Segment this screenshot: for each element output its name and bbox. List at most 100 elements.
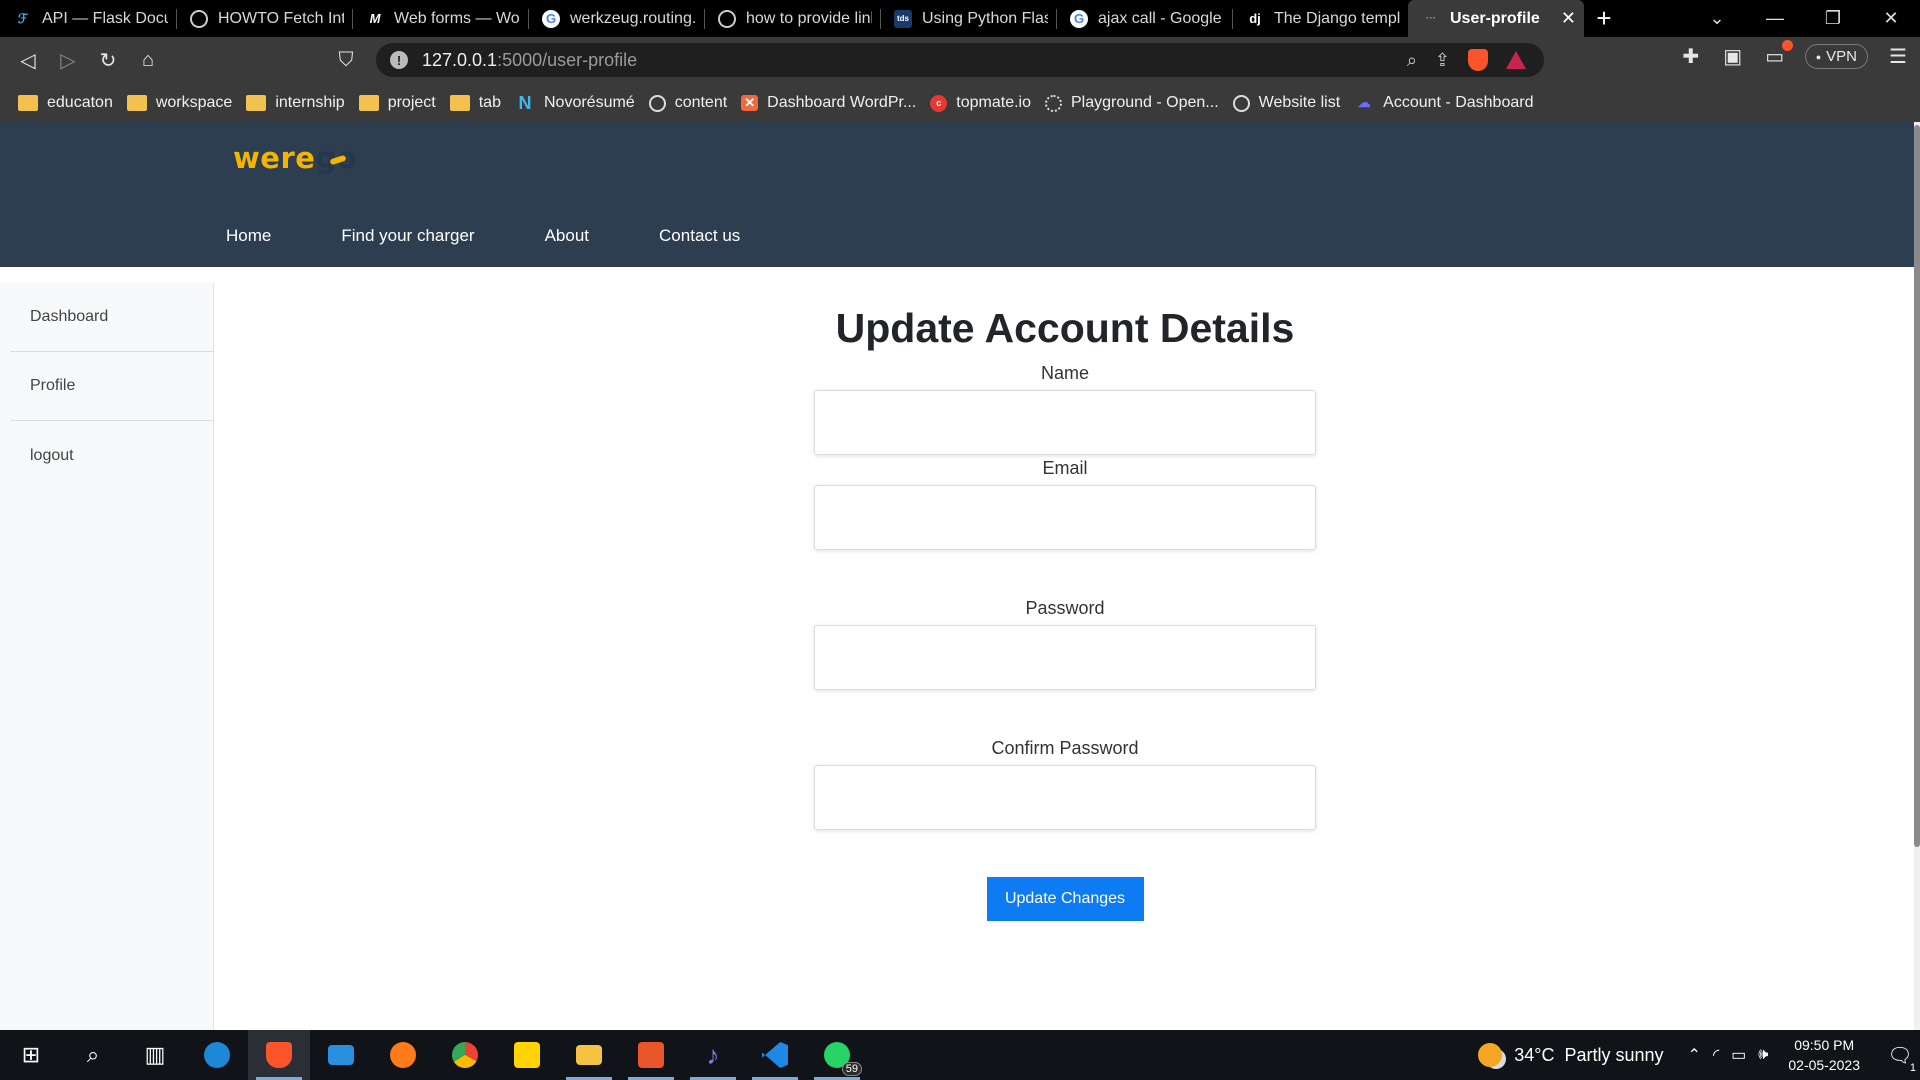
browser-tab-active[interactable]: ··· User-profile ✕: [1408, 0, 1584, 37]
bookmark-item[interactable]: ✕ Dashboard WordPr...: [741, 94, 926, 112]
brave-shields-icon[interactable]: [1468, 49, 1488, 71]
extensions-icon[interactable]: ✚: [1679, 44, 1703, 69]
app-icon[interactable]: ♪: [682, 1030, 744, 1080]
volume-icon[interactable]: 🕪: [1758, 1046, 1768, 1064]
sticky-notes-icon[interactable]: [496, 1030, 558, 1080]
brave-taskbar-icon[interactable]: [248, 1030, 310, 1080]
bookmark-label: Dashboard WordPr...: [767, 94, 917, 111]
browser-tab[interactable]: G werkzeug.routing.e: [528, 0, 704, 37]
forward-icon[interactable]: ▷: [48, 41, 88, 81]
bookmark-label: Playground - Open...: [1071, 94, 1219, 111]
flask-icon: ℱ: [17, 10, 29, 26]
clock-date: 02-05-2023: [1788, 1057, 1860, 1073]
chrome-icon[interactable]: [434, 1030, 496, 1080]
vpn-button[interactable]: VPN: [1804, 44, 1868, 69]
bookmark-label: content: [674, 94, 728, 111]
bookmark-item[interactable]: c topmate.io: [930, 94, 1041, 112]
confirm-password-field[interactable]: [814, 765, 1316, 830]
clock[interactable]: 09:50 PM 02-05-2023: [1788, 1035, 1860, 1075]
bookmark-item[interactable]: Playground - Open...: [1045, 94, 1229, 112]
name-field[interactable]: [814, 390, 1316, 455]
tab-title: ajax call - Google S: [1098, 9, 1224, 27]
browser-tab[interactable]: G ajax call - Google S: [1056, 0, 1232, 37]
sidebar-item-logout[interactable]: logout: [10, 421, 213, 490]
sidebar-item-dashboard[interactable]: Dashboard: [10, 283, 213, 352]
close-window-icon[interactable]: ✕: [1862, 8, 1920, 29]
page-scrollbar[interactable]: [1914, 122, 1920, 1030]
bookmark-item[interactable]: ☁ Account - Dashboard: [1354, 94, 1543, 112]
email-label: Email: [1042, 458, 1088, 478]
site-nav: Home Find your charger About Contact us: [226, 226, 810, 246]
edge-icon[interactable]: [186, 1030, 248, 1080]
bookmark-item[interactable]: internship: [246, 94, 354, 112]
site-info-icon[interactable]: !: [390, 51, 408, 69]
task-view-icon[interactable]: ▥: [124, 1030, 186, 1080]
brave-rewards-icon[interactable]: [1506, 51, 1526, 69]
browser-tab[interactable]: M Web forms — Work: [352, 0, 528, 37]
topmate-icon: c: [930, 94, 948, 112]
wifi-icon[interactable]: ◜: [1713, 1045, 1719, 1065]
browser-tab[interactable]: ℱ API — Flask Docum: [0, 0, 176, 37]
tab-title: API — Flask Docum: [42, 9, 168, 27]
restore-icon[interactable]: ❐: [1804, 8, 1862, 29]
search-icon[interactable]: ⌕: [62, 1030, 124, 1080]
bookmark-label: Website list: [1258, 94, 1341, 111]
back-icon[interactable]: ◁: [8, 41, 48, 81]
wallet-icon[interactable]: ▭: [1763, 40, 1793, 69]
bookmark-icon[interactable]: ⛉: [326, 41, 366, 81]
zoom-icon[interactable]: ⌕: [1407, 50, 1417, 71]
whatsapp-icon[interactable]: 59: [806, 1030, 868, 1080]
nav-contact[interactable]: Contact us: [659, 226, 740, 246]
weather-widget[interactable]: 34°C Partly sunny: [1478, 1043, 1664, 1067]
bookmark-item[interactable]: educaton: [18, 94, 123, 112]
browser-tab[interactable]: dj The Django templa: [1232, 0, 1408, 37]
firefox-icon[interactable]: [372, 1030, 434, 1080]
bookmark-item[interactable]: workspace: [126, 94, 242, 112]
nav-home[interactable]: Home: [226, 226, 271, 246]
chevron-up-icon[interactable]: ⌃: [1688, 1045, 1701, 1065]
bookmark-item[interactable]: tab: [449, 94, 511, 112]
new-tab-button[interactable]: +: [1584, 3, 1624, 34]
reload-icon[interactable]: ↻: [88, 41, 128, 81]
close-tab-icon[interactable]: ✕: [1561, 8, 1576, 29]
mail-icon[interactable]: [310, 1030, 372, 1080]
home-icon[interactable]: ⌂: [128, 41, 168, 81]
folder-icon: [18, 95, 38, 111]
sidebar-item-profile[interactable]: Profile: [10, 352, 213, 421]
nav-find-charger[interactable]: Find your charger: [341, 226, 474, 246]
tab-title: The Django templa: [1274, 9, 1400, 27]
notification-center-icon[interactable]: 🗨 1: [1880, 1043, 1920, 1074]
battery-icon[interactable]: ▭: [1731, 1045, 1746, 1065]
browser-tab[interactable]: how to provide link: [704, 0, 880, 37]
file-explorer-icon[interactable]: [558, 1030, 620, 1080]
bookmark-label: project: [387, 94, 436, 111]
password-field[interactable]: [814, 625, 1316, 690]
share-icon[interactable]: ⇪: [1435, 50, 1450, 71]
url-path: :5000/user-profile: [497, 49, 638, 70]
confirm-password-label: Confirm Password: [991, 738, 1139, 758]
password-label: Password: [1025, 598, 1105, 618]
minimize-icon[interactable]: —: [1746, 8, 1804, 29]
bookmark-item[interactable]: project: [358, 94, 446, 112]
menu-icon[interactable]: ☰: [1886, 44, 1910, 69]
browser-tab[interactable]: tds Using Python Flask: [880, 0, 1056, 37]
web-page: werego Home Find your charger About Cont…: [0, 122, 1920, 1030]
vscode-icon[interactable]: [744, 1030, 806, 1080]
bookmarks-bar: educaton workspace internship project ta…: [0, 84, 1920, 122]
windows-start-icon[interactable]: ⊞: [0, 1030, 62, 1080]
bookmark-item[interactable]: content: [648, 94, 737, 112]
scrollbar-thumb[interactable]: [1914, 125, 1920, 847]
tab-search-icon[interactable]: ⌄: [1688, 8, 1746, 29]
bookmark-item[interactable]: Website list: [1232, 94, 1351, 112]
weather-text: Partly sunny: [1564, 1044, 1664, 1065]
address-bar[interactable]: ! 127.0.0.1:5000/user-profile ⌕ ⇪: [376, 43, 1544, 77]
logo-text-primary: were: [233, 141, 316, 175]
sidebar-icon[interactable]: ▣: [1721, 44, 1745, 69]
folder-icon: [358, 95, 379, 111]
email-field[interactable]: [814, 485, 1316, 550]
office-icon[interactable]: [620, 1030, 682, 1080]
browser-tab[interactable]: HOWTO Fetch Inter: [176, 0, 352, 37]
update-changes-button[interactable]: Update Changes: [986, 877, 1144, 921]
nav-about[interactable]: About: [545, 226, 589, 246]
bookmark-item[interactable]: N Novorésumé: [515, 93, 645, 113]
